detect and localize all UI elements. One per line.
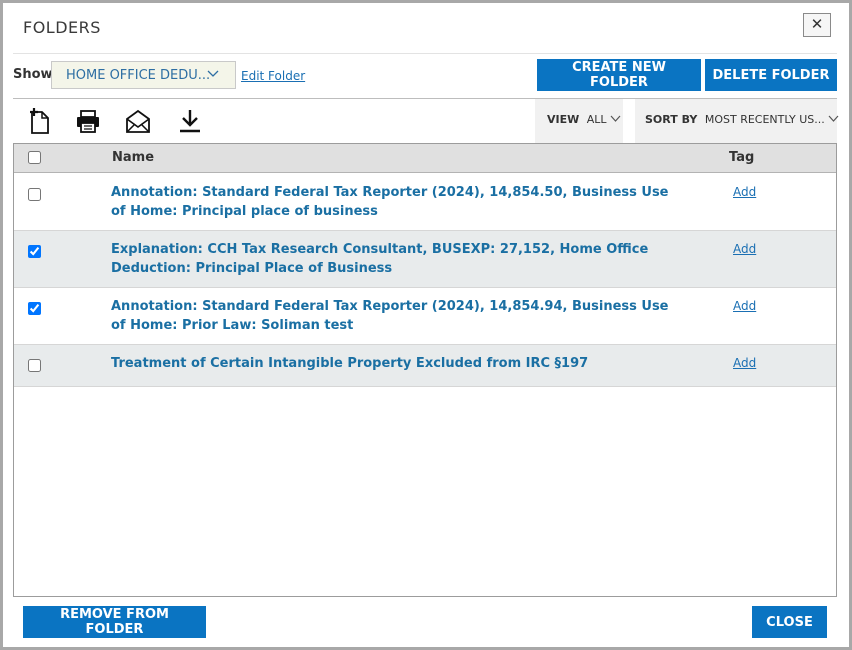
sort-label: SORT BY [645,113,698,126]
row-checkbox[interactable] [28,302,41,315]
sort-value: MOST RECENTLY US... [704,113,825,126]
document-link[interactable]: Explanation: CCH Tax Research Consultant… [111,240,671,278]
document-link[interactable]: Annotation: Standard Federal Tax Reporte… [111,183,671,221]
table-row: Annotation: Standard Federal Tax Reporte… [14,174,836,231]
add-tag-link[interactable]: Add [733,185,756,199]
close-button[interactable]: CLOSE [752,606,827,638]
create-new-folder-button[interactable]: CREATE NEW FOLDER [537,59,701,91]
email-icon[interactable] [125,107,151,135]
documents-table: Name Tag Annotation: Standard Federal Ta… [13,143,837,597]
add-tag-link[interactable]: Add [733,299,756,313]
remove-from-folder-button[interactable]: REMOVE FROM FOLDER [23,606,206,638]
dialog-title: FOLDERS [23,18,101,37]
new-document-icon[interactable] [27,107,53,135]
chevron-down-icon [610,113,621,126]
row-checkbox[interactable] [28,359,41,372]
row-checkbox[interactable] [28,188,41,201]
add-tag-link[interactable]: Add [733,242,756,256]
divider [13,53,837,54]
table-row: Treatment of Certain Intangible Property… [14,345,836,387]
document-link[interactable]: Annotation: Standard Federal Tax Reporte… [111,297,671,335]
print-icon[interactable] [75,107,101,135]
row-checkbox[interactable] [28,245,41,258]
table-header: Name Tag [14,144,836,173]
sort-by-filter[interactable]: SORT BY MOST RECENTLY US... [635,99,839,143]
download-icon[interactable] [177,107,203,135]
show-label: Show [13,67,53,82]
table-row: Annotation: Standard Federal Tax Reporte… [14,288,836,345]
chevron-down-icon [828,113,839,126]
document-link[interactable]: Treatment of Certain Intangible Property… [111,354,671,373]
add-tag-link[interactable]: Add [733,356,756,370]
view-value: ALL [586,113,607,126]
folder-select[interactable]: HOME OFFICE DEDU... [51,61,236,89]
view-label: VIEW [547,113,580,126]
folder-select-value: HOME OFFICE DEDU... [66,68,211,83]
close-icon[interactable]: ✕ [803,13,831,37]
delete-folder-button[interactable]: DELETE FOLDER [705,59,837,91]
view-filter[interactable]: VIEW ALL [535,99,623,143]
edit-folder-link[interactable]: Edit Folder [241,69,305,83]
select-all-checkbox[interactable] [28,151,41,164]
table-row: Explanation: CCH Tax Research Consultant… [14,231,836,288]
column-header-name: Name [112,150,155,165]
column-header-tag: Tag [729,150,755,165]
folders-dialog: FOLDERS ✕ Show HOME OFFICE DEDU... Edit … [0,0,852,650]
toolbar: VIEW ALL SORT BY MOST RECENTLY US... [13,98,839,143]
chevron-down-icon [207,67,219,82]
